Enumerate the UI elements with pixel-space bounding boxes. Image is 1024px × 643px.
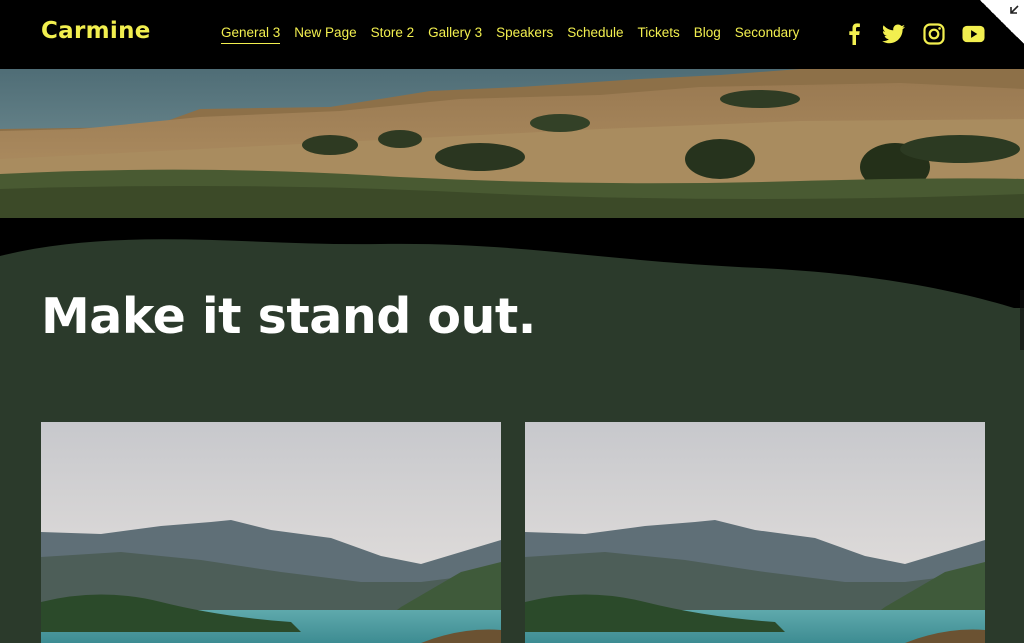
- scrollbar[interactable]: [1020, 290, 1024, 350]
- site-logo[interactable]: Carmine: [41, 18, 151, 44]
- nav-item-speakers[interactable]: Speakers: [496, 25, 553, 44]
- nav-item-blog[interactable]: Blog: [694, 25, 721, 44]
- gallery-image-right[interactable]: [525, 422, 985, 643]
- banner-image: [0, 69, 1024, 219]
- facebook-icon[interactable]: [842, 22, 865, 45]
- gallery-image-left[interactable]: [41, 422, 501, 643]
- corner-fold: [980, 0, 1024, 44]
- collapse-arrow-icon[interactable]: [1007, 3, 1021, 17]
- nav-item-general-3[interactable]: General 3: [221, 25, 281, 44]
- nav-item-tickets[interactable]: Tickets: [638, 25, 680, 44]
- nav-item-secondary[interactable]: Secondary: [735, 25, 800, 44]
- main-nav: General 3 New Page Store 2 Gallery 3 Spe…: [221, 25, 813, 44]
- social-links: [842, 22, 985, 45]
- nav-item-schedule[interactable]: Schedule: [567, 25, 623, 44]
- twitter-icon[interactable]: [882, 22, 905, 45]
- nav-item-store-2[interactable]: Store 2: [371, 25, 415, 44]
- site-header: Carmine General 3 New Page Store 2 Galle…: [0, 0, 1024, 69]
- page-headline: Make it stand out.: [41, 288, 536, 345]
- instagram-icon[interactable]: [922, 22, 945, 45]
- nav-item-new-page[interactable]: New Page: [294, 25, 356, 44]
- nav-item-gallery-3[interactable]: Gallery 3: [428, 25, 482, 44]
